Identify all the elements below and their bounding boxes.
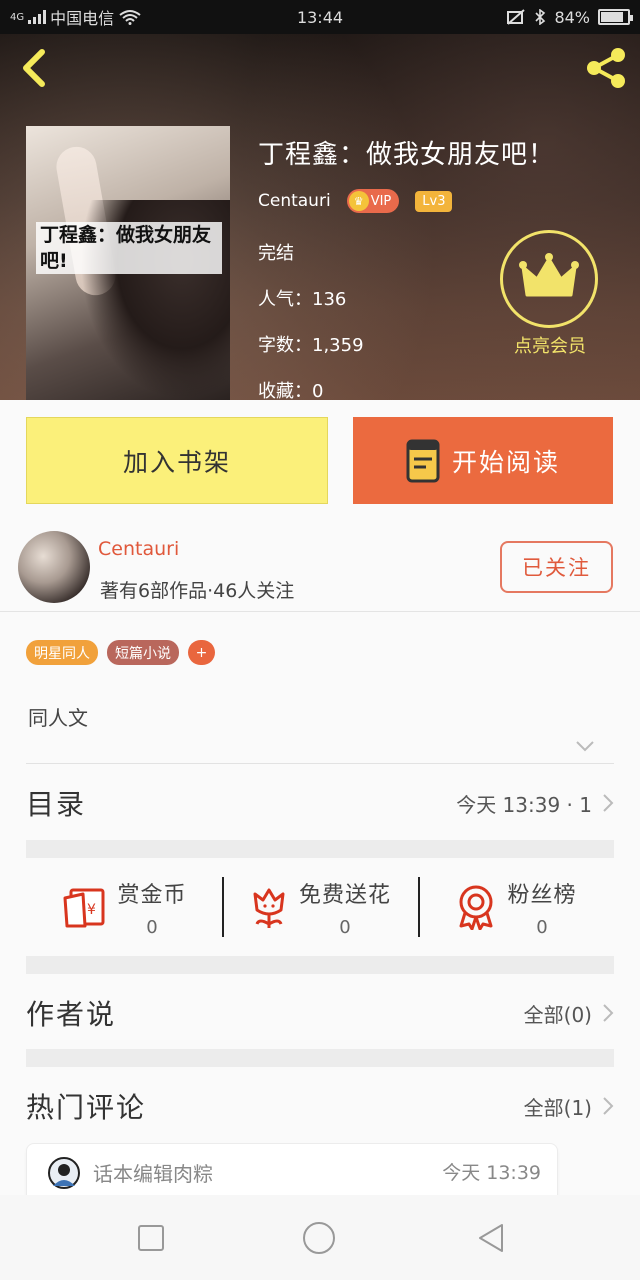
- fan-rank-stat[interactable]: 粉丝榜 0: [418, 858, 614, 956]
- stat-label: 赏金币: [117, 882, 187, 908]
- vip-badge: ♛ VIP: [346, 189, 400, 213]
- back-triangle-icon[interactable]: [474, 1221, 508, 1255]
- share-icon[interactable]: [582, 44, 630, 92]
- start-reading-label: 开始阅读: [451, 447, 560, 477]
- wifi-icon: [119, 10, 141, 25]
- catalog-meta-group: 今天 13:39 · 1: [456, 789, 614, 818]
- book-favorites: 收藏：0: [258, 381, 324, 400]
- follow-button[interactable]: 已关注: [500, 541, 613, 593]
- svg-text:¥: ¥: [87, 902, 96, 918]
- hot-comments-title: 热门评论: [26, 1091, 147, 1124]
- status-bar: 4G 中国电信 13:44 84%: [0, 0, 640, 34]
- hot-comments-row[interactable]: 热门评论 全部(1): [26, 1081, 614, 1131]
- action-bar: 加入书架 开始阅读: [0, 400, 640, 520]
- send-flower-text: 免费送花 0: [299, 877, 391, 938]
- network-type: 4G: [10, 11, 25, 23]
- stat-value: 0: [146, 916, 158, 938]
- book-icon: [406, 439, 440, 482]
- comment-item[interactable]: 话本编辑肉粽 今天 13:39: [26, 1143, 558, 1203]
- author-card: Centauri 著有6部作品·46人关注 已关注: [0, 520, 640, 612]
- book-summary: 同人文: [28, 706, 88, 730]
- vip-label: VIP: [370, 193, 392, 209]
- stat-label: 免费送花: [298, 882, 391, 908]
- reward-coins-stat[interactable]: ¥ 赏金币 0: [26, 858, 222, 956]
- vip-cta-label: 点亮会员: [514, 336, 586, 357]
- stat-label: 粉丝榜: [507, 882, 577, 908]
- author-row: Centauri ♛ VIP Lv3: [258, 189, 555, 213]
- author-says-title: 作者说: [26, 998, 117, 1031]
- recent-apps-icon[interactable]: [134, 1221, 168, 1255]
- bluetooth-icon: [535, 9, 546, 25]
- section-gap: [26, 1049, 614, 1067]
- chevron-down-icon[interactable]: [575, 738, 595, 754]
- tag-item[interactable]: 短篇小说: [107, 640, 179, 665]
- level-badge: Lv3: [415, 190, 453, 212]
- comment-time: 今天 13:39: [442, 1162, 541, 1184]
- hot-comments-meta-group: 全部(1): [524, 1092, 614, 1121]
- divider: [26, 763, 614, 764]
- hot-comments-meta: 全部(1): [523, 1095, 592, 1120]
- fan-rank-text: 粉丝榜 0: [507, 877, 576, 938]
- author-says-meta: 全部(0): [523, 1002, 592, 1027]
- flower-icon: [253, 888, 285, 928]
- carrier-group: 4G 中国电信: [10, 5, 142, 29]
- section-gap: [26, 840, 614, 858]
- screen: 4G 中国电信 13:44 84% 丁程鑫：做我女朋友吧! 丁程鑫：做我女朋友吧…: [0, 0, 640, 1280]
- system-nav-bar: [0, 1195, 640, 1280]
- status-right: 84%: [506, 7, 633, 27]
- catalog-meta: 今天 13:39 · 1: [456, 792, 592, 817]
- author-name[interactable]: Centauri: [98, 538, 179, 560]
- chevron-right-icon: [603, 1004, 614, 1022]
- tag-list: 明星同人 短篇小说 +: [26, 640, 215, 665]
- carrier-name: 中国电信: [50, 9, 115, 28]
- author-says-meta-group: 全部(0): [524, 999, 614, 1028]
- add-to-shelf-button[interactable]: 加入书架: [26, 417, 328, 504]
- commenter-avatar: [48, 1157, 80, 1189]
- back-arrow-icon[interactable]: [16, 46, 52, 90]
- vip-crown-icon: ♛: [348, 191, 369, 211]
- vip-cta[interactable]: 点亮会员: [500, 230, 600, 358]
- author-says-row[interactable]: 作者说 全部(0): [26, 988, 614, 1038]
- book-title: 丁程鑫：做我女朋友吧！: [258, 140, 556, 170]
- reward-coins-text: 赏金币 0: [117, 877, 186, 938]
- red-envelope-icon: ¥: [63, 888, 105, 928]
- section-gap: [26, 956, 614, 974]
- battery-icon: [598, 9, 633, 25]
- send-flower-stat[interactable]: 免费送花 0: [222, 858, 418, 956]
- cover-title: 丁程鑫：做我女朋友吧!: [36, 222, 222, 274]
- crown-icon: [500, 230, 598, 328]
- catalog-row[interactable]: 目录 今天 13:39 · 1: [26, 778, 614, 828]
- home-icon[interactable]: [302, 1221, 336, 1255]
- book-header: 丁程鑫：做我女朋友吧! 丁程鑫：做我女朋友吧！ Centauri ♛ VIP L…: [0, 34, 640, 400]
- stat-value: 0: [536, 916, 548, 938]
- author-avatar[interactable]: [18, 531, 90, 603]
- start-reading-button[interactable]: 开始阅读: [353, 417, 613, 504]
- chevron-right-icon: [603, 1097, 614, 1115]
- chevron-right-icon: [603, 794, 614, 812]
- mute-icon: [507, 9, 526, 25]
- book-cover[interactable]: 丁程鑫：做我女朋友吧!: [26, 126, 230, 400]
- battery-percent: 84%: [554, 7, 590, 27]
- catalog-title: 目录: [26, 788, 87, 821]
- author-stats: 著有6部作品·46人关注: [100, 580, 295, 602]
- book-author[interactable]: Centauri: [258, 191, 331, 211]
- battery-fill: [601, 12, 623, 22]
- commenter-name: 话本编辑肉粽: [93, 1162, 213, 1186]
- medal-icon: [459, 885, 493, 930]
- support-stats: ¥ 赏金币 0 免费送花 0 粉丝榜 0: [26, 858, 614, 956]
- stat-value: 0: [339, 916, 351, 938]
- tag-item[interactable]: 明星同人: [26, 640, 98, 665]
- signal-icon: [28, 10, 47, 24]
- add-tag-button[interactable]: +: [188, 640, 215, 665]
